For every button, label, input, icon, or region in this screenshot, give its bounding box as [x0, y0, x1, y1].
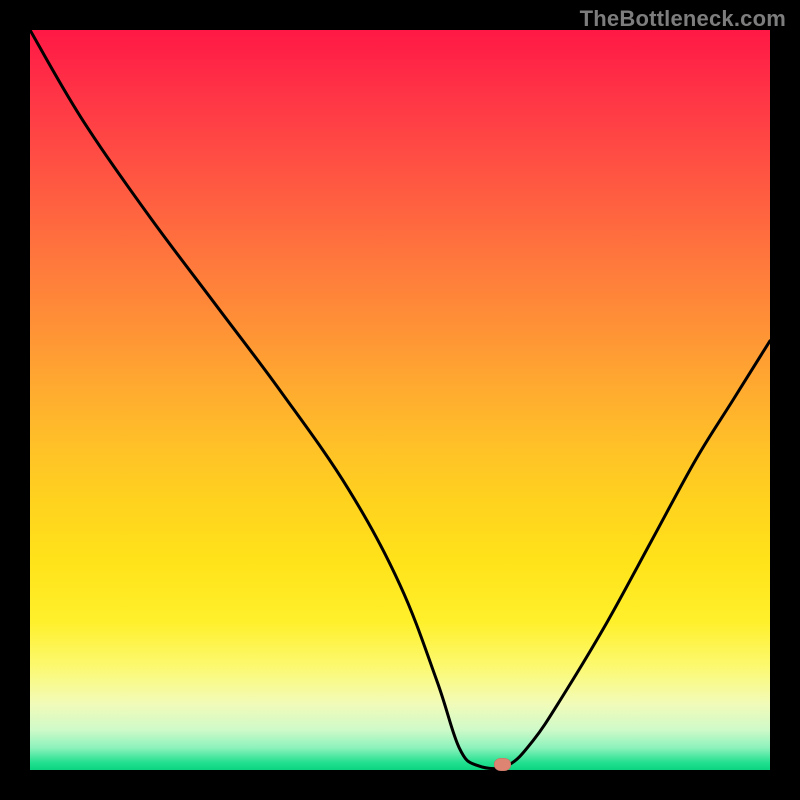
chart-frame: TheBottleneck.com — [0, 0, 800, 800]
optimum-marker — [494, 758, 511, 771]
watermark-text: TheBottleneck.com — [580, 6, 786, 32]
curve-svg — [30, 30, 770, 770]
plot-area — [30, 30, 770, 770]
bottleneck-curve — [30, 30, 770, 768]
